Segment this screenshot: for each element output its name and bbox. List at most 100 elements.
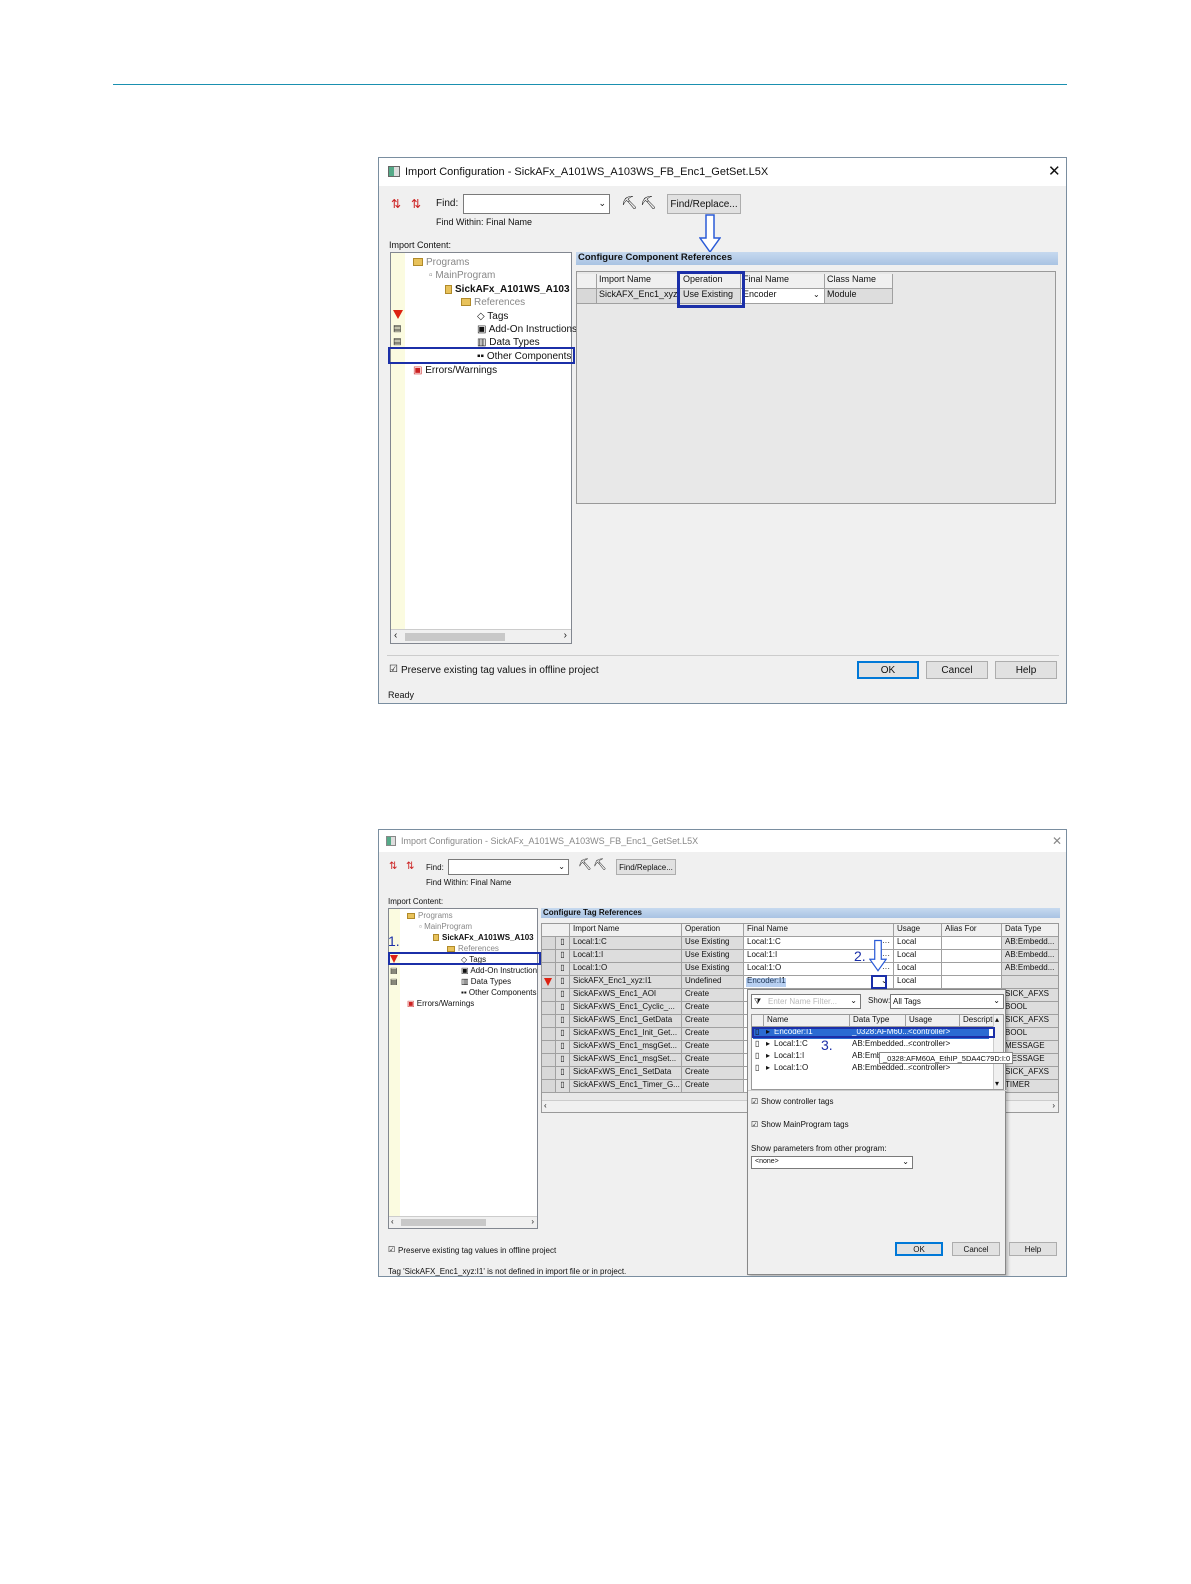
table-cell[interactable]: Create bbox=[682, 1002, 744, 1015]
tree-item-references[interactable]: References bbox=[461, 297, 525, 309]
popup-col-header[interactable]: Descripti bbox=[960, 1015, 994, 1027]
chevron-down-icon[interactable]: ▾ bbox=[995, 1079, 999, 1089]
callout-arrow-2 bbox=[869, 939, 887, 972]
chevron-down-icon[interactable]: ⌄ bbox=[850, 996, 857, 1006]
binoculars-next-icon[interactable]: ⛏ bbox=[593, 859, 607, 872]
help-button[interactable]: Help bbox=[1009, 1242, 1057, 1256]
col-header[interactable]: Import Name bbox=[570, 924, 682, 937]
popup-col-header[interactable]: Name bbox=[764, 1015, 850, 1027]
selected-final-name[interactable] bbox=[746, 978, 786, 987]
cell-import-name: SickAFX_Enc1_xyz bbox=[597, 289, 679, 304]
table-cell[interactable]: Use Existing bbox=[682, 950, 744, 963]
col-header[interactable]: Usage bbox=[894, 924, 942, 937]
popup-cell[interactable]: Local:1:C bbox=[774, 1039, 808, 1049]
chevron-left-icon[interactable]: ‹ bbox=[544, 1101, 547, 1111]
next-find-icon[interactable]: ⇅ bbox=[406, 861, 414, 873]
tree-item-label: SickAFx_A101WS_A103 bbox=[442, 933, 534, 942]
col-header[interactable]: Final Name bbox=[744, 924, 894, 937]
tree-item-other-components[interactable]: ▪▪ Other Components bbox=[461, 988, 537, 998]
table-cell[interactable]: Use Existing bbox=[682, 963, 744, 976]
expand-icon[interactable]: ▸ bbox=[766, 1063, 770, 1073]
binoculars-icon[interactable]: ⛏ bbox=[621, 195, 638, 211]
tree-item-data-types[interactable]: ▥ Data Types bbox=[461, 977, 511, 987]
chevron-down-icon[interactable]: ⌄ bbox=[558, 862, 565, 872]
chevron-down-icon[interactable]: ⌄ bbox=[813, 290, 820, 300]
preserve-checkbox[interactable]: ☑ bbox=[388, 1245, 395, 1255]
tree-item-mainprogram[interactable]: ▫ MainProgram bbox=[429, 270, 495, 282]
table-cell[interactable]: Create bbox=[682, 1028, 744, 1041]
tree-item-mainprogram[interactable]: ▫ MainProgram bbox=[419, 922, 472, 932]
chevron-left-icon[interactable]: ‹ bbox=[394, 630, 397, 642]
col-header[interactable]: Alias For bbox=[942, 924, 1002, 937]
col-header[interactable]: Operation bbox=[682, 924, 744, 937]
cancel-button[interactable]: Cancel bbox=[926, 661, 988, 679]
find-input[interactable]: ⌄ bbox=[463, 194, 610, 214]
table-cell[interactable]: Undefined bbox=[682, 976, 744, 989]
col-header[interactable]: Data Type bbox=[1002, 924, 1058, 937]
expand-icon[interactable]: ▸ bbox=[766, 1039, 770, 1049]
prev-find-icon[interactable]: ⇅ bbox=[389, 861, 397, 873]
close-icon[interactable]: ✕ bbox=[1052, 834, 1062, 848]
chevron-down-icon[interactable]: ⌄ bbox=[598, 198, 606, 209]
chevron-down-icon[interactable]: ⌄ bbox=[902, 1157, 909, 1167]
table-cell[interactable]: Create bbox=[682, 1080, 744, 1093]
show-select[interactable]: All Tags ⌄ bbox=[890, 994, 1004, 1009]
binoculars-next-icon[interactable]: ⛏ bbox=[640, 195, 657, 211]
cancel-button[interactable]: Cancel bbox=[952, 1242, 1000, 1256]
tree-item-routine[interactable]: SickAFx_A101WS_A103 bbox=[433, 933, 534, 943]
table-cell[interactable]: Use Existing bbox=[682, 937, 744, 950]
table-cell[interactable]: Create bbox=[682, 1041, 744, 1054]
tree-item-programs[interactable]: Programs bbox=[413, 257, 469, 269]
help-button[interactable]: Help bbox=[995, 661, 1057, 679]
next-find-icon[interactable]: ⇅ bbox=[411, 197, 421, 211]
col-import-name[interactable]: Import Name bbox=[597, 274, 679, 289]
popup-cell[interactable]: Local:1:I bbox=[774, 1051, 804, 1061]
table-cell[interactable]: Create bbox=[682, 1015, 744, 1028]
find-input[interactable]: ⌄ bbox=[448, 859, 569, 875]
row-header bbox=[577, 289, 597, 304]
params-select[interactable]: <none> ⌄ bbox=[751, 1156, 913, 1169]
tree-item-errors[interactable]: ▣ Errors/Warnings bbox=[407, 999, 474, 1009]
binoculars-icon[interactable]: ⛏ bbox=[578, 859, 592, 872]
tree-item-aoi[interactable]: ▣ Add-On Instruction bbox=[461, 966, 537, 976]
chevron-right-icon[interactable]: › bbox=[564, 630, 567, 642]
panel-header: Configure Tag References bbox=[541, 908, 1060, 918]
col-class-name[interactable]: Class Name bbox=[825, 274, 893, 289]
find-replace-button[interactable]: Find/Replace... bbox=[616, 859, 676, 875]
prev-find-icon[interactable]: ⇅ bbox=[391, 197, 401, 211]
close-icon[interactable]: ✕ bbox=[1048, 163, 1061, 181]
table-cell[interactable]: Create bbox=[682, 989, 744, 1002]
ok-button[interactable]: OK bbox=[895, 1242, 943, 1256]
chevron-left-icon[interactable]: ‹ bbox=[391, 1217, 394, 1227]
col-final-name[interactable]: Final Name bbox=[741, 274, 825, 289]
table-cell[interactable]: Create bbox=[682, 1067, 744, 1080]
chevron-up-icon[interactable]: ▴ bbox=[995, 1015, 999, 1025]
tree-hscrollbar[interactable]: ‹ › bbox=[391, 629, 571, 643]
show-controller-checkbox[interactable]: ☑ bbox=[751, 1097, 758, 1107]
ok-button[interactable]: OK bbox=[857, 661, 919, 679]
preserve-label: Preserve existing tag values in offline … bbox=[401, 665, 599, 676]
tree-item-aoi[interactable]: ▣ Add-On Instructions bbox=[477, 324, 577, 336]
name-filter-input[interactable]: ⧩ Enter Name Filter... ⌄ bbox=[751, 994, 861, 1009]
popup-col-header[interactable]: Data Type bbox=[850, 1015, 906, 1027]
tree-hscrollbar[interactable]: ‹ › bbox=[389, 1216, 537, 1228]
tree-item-tags[interactable]: ◇ Tags bbox=[477, 311, 508, 323]
chevron-right-icon[interactable]: › bbox=[531, 1217, 534, 1227]
tree-item-routine[interactable]: SickAFx_A101WS_A103 bbox=[445, 284, 570, 296]
popup-col-header[interactable]: Usage bbox=[906, 1015, 960, 1027]
show-program-checkbox[interactable]: ☑ bbox=[751, 1120, 758, 1130]
tree-item-programs[interactable]: Programs bbox=[407, 911, 453, 921]
table-cell[interactable]: Create bbox=[682, 1054, 744, 1067]
tree-item-errors[interactable]: ▣ Errors/Warnings bbox=[413, 365, 497, 377]
table-cell: AB:Embedd... bbox=[1002, 963, 1058, 976]
popup-cell[interactable]: Local:1:O bbox=[774, 1063, 808, 1073]
chevron-right-icon[interactable]: › bbox=[1052, 1101, 1055, 1111]
chevron-down-icon[interactable]: ⌄ bbox=[993, 996, 1000, 1006]
scroll-thumb[interactable] bbox=[401, 1219, 486, 1226]
preserve-label: Preserve existing tag values in offline … bbox=[398, 1246, 557, 1255]
find-replace-button[interactable]: Find/Replace... bbox=[667, 194, 741, 214]
preserve-checkbox[interactable]: ☑ bbox=[389, 664, 398, 676]
row-header bbox=[542, 963, 556, 976]
scroll-thumb[interactable] bbox=[405, 633, 505, 641]
expand-icon[interactable]: ▸ bbox=[766, 1051, 770, 1061]
